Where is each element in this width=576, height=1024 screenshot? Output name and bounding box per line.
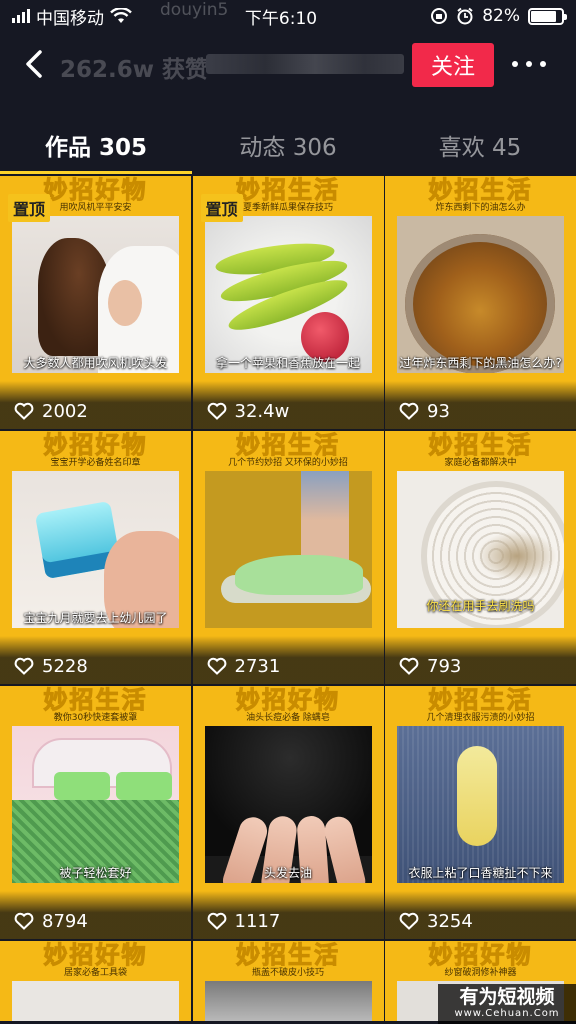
carrier-label: 中国移动	[36, 8, 104, 29]
card-banner-title: 妙招生活	[428, 431, 533, 459]
heart-icon	[14, 912, 34, 930]
video-thumbnail	[12, 981, 179, 1021]
like-count: 32.4w	[234, 400, 290, 422]
tab-works[interactable]: 作品 305	[0, 118, 192, 174]
card-banner-subtitle: 几个节约妙招 又环保的小妙招	[228, 458, 348, 468]
video-thumbnail	[12, 726, 179, 883]
heart-icon	[207, 912, 226, 930]
more-options-icon[interactable]	[512, 46, 546, 82]
card-banner-subtitle: 教你30秒快速套被罩	[53, 713, 138, 723]
video-thumbnail	[12, 216, 179, 373]
video-card[interactable]: 妙招生活 几个节约妙招 又环保的小妙招 2731	[192, 431, 384, 684]
like-count: 5228	[42, 655, 88, 677]
video-thumbnail	[397, 216, 564, 373]
site-watermark: 有为短视频 www.Cehuan.Com	[438, 984, 576, 1024]
video-card[interactable]: 妙招生活 瓶盖不破皮小技巧	[192, 941, 384, 1021]
heart-icon	[14, 657, 34, 675]
card-banner-title: 妙招生活	[428, 176, 533, 204]
overlay-id-text: douyin5	[160, 0, 229, 20]
signal-icon	[12, 9, 30, 23]
battery-percent: 82%	[482, 6, 520, 26]
like-count: 793	[427, 655, 462, 677]
card-banner-subtitle: 宝宝开学必备姓名印章	[50, 458, 141, 468]
video-thumbnail	[204, 216, 372, 373]
card-banner-title: 妙招生活	[236, 941, 340, 969]
video-caption: 过年炸东西剩下的黑油怎么办?	[399, 356, 562, 370]
card-banner-title: 妙招生活	[428, 686, 533, 714]
card-banner-title: 妙招好物	[236, 686, 340, 714]
video-thumbnail	[397, 726, 564, 883]
like-count: 2002	[42, 400, 88, 422]
video-caption: 头发去油	[263, 866, 312, 880]
video-caption: 衣服上粘了口香糖扯不下来	[408, 866, 553, 880]
battery-icon	[528, 7, 567, 25]
video-card[interactable]: 妙招生活 教你30秒快速套被罩 被子轻松套好 8794	[0, 686, 191, 939]
site-watermark-url: www.Cehuan.Com	[454, 1008, 560, 1019]
video-caption: 大多数人都用吹风机吹头发	[23, 356, 168, 370]
blurred-username	[206, 54, 404, 74]
like-count: 8794	[42, 910, 88, 932]
tab-moments[interactable]: 动态 306	[192, 118, 384, 174]
follow-button[interactable]: 关注	[412, 43, 494, 87]
likes-total: 262.6w 获赞	[60, 57, 209, 83]
video-card[interactable]: 妙招好物 油头长痘必备 除螨皂 头发去油 1117	[192, 686, 384, 939]
like-count: 1117	[234, 910, 281, 932]
heart-icon	[399, 912, 419, 930]
back-arrow-icon[interactable]	[18, 46, 54, 82]
card-banner-title: 妙招好物	[43, 941, 148, 969]
card-banner-subtitle: 纱窗破洞修补神器	[444, 968, 517, 978]
card-banner-subtitle: 瓶盖不破皮小技巧	[251, 968, 324, 978]
heart-icon	[207, 402, 226, 420]
status-time: 下午6:10	[244, 8, 318, 29]
video-grid: 妙招好物 用吹风机平平安安 大多数人都用吹风机吹头发 置顶 2002 妙招生活 夏季…	[0, 176, 576, 1021]
video-caption: 宝宝九月就要去上幼儿园了	[23, 611, 168, 625]
alarm-icon	[457, 7, 473, 25]
heart-icon	[399, 657, 419, 675]
video-thumbnail	[204, 471, 372, 628]
card-banner-subtitle: 炸东西剩下的油怎么办	[435, 203, 526, 213]
heart-icon	[14, 402, 34, 420]
wifi-icon	[110, 8, 132, 23]
card-banner-title: 妙招生活	[43, 686, 148, 714]
video-card[interactable]: 妙招生活 夏季新鲜瓜果保存技巧 拿一个苹果和香蕉放在一起 置顶 32.4w	[192, 176, 384, 429]
heart-icon	[399, 402, 419, 420]
video-caption: 你还在用手去刷洗吗	[426, 599, 535, 613]
video-card[interactable]: 妙招生活 炸东西剩下的油怎么办 过年炸东西剩下的黑油怎么办? 93	[385, 176, 576, 429]
video-card[interactable]: 妙招生活 几个清理衣服污渍的小妙招 衣服上粘了口香糖扯不下来 3254	[385, 686, 576, 939]
tab-likes[interactable]: 喜欢 45	[384, 118, 576, 174]
card-banner-subtitle: 几个清理衣服污渍的小妙招	[426, 713, 535, 723]
video-thumbnail	[204, 726, 372, 883]
video-thumbnail	[204, 981, 372, 1021]
video-card[interactable]: 妙招生活 家庭必备都解决中 你还在用手去刷洗吗 793	[385, 431, 576, 684]
profile-tabs: 作品 305 动态 306 喜欢 45	[0, 118, 576, 174]
like-count: 93	[427, 400, 450, 422]
heart-icon	[207, 657, 226, 675]
video-thumbnail	[12, 471, 179, 628]
like-count: 3254	[427, 910, 473, 932]
video-card[interactable]: 妙招好物 居家必备工具袋	[0, 941, 191, 1021]
like-count: 2731	[234, 655, 281, 677]
video-caption: 被子轻松套好	[59, 866, 132, 880]
pinned-badge: 置顶	[200, 194, 243, 222]
video-caption: 拿一个苹果和香蕉放在一起	[215, 356, 360, 370]
rotation-lock-icon	[431, 8, 448, 24]
card-banner-title: 妙招好物	[428, 941, 533, 969]
pinned-badge: 置顶	[8, 194, 51, 222]
card-banner-title: 妙招好物	[43, 431, 148, 459]
video-card[interactable]: 妙招好物 用吹风机平平安安 大多数人都用吹风机吹头发 置顶 2002	[0, 176, 191, 429]
card-banner-subtitle: 居家必备工具袋	[63, 968, 127, 978]
card-banner-subtitle: 油头长痘必备 除螨皂	[246, 713, 330, 723]
card-banner-subtitle: 家庭必备都解决中	[444, 458, 517, 468]
card-banner-title: 妙招生活	[236, 431, 340, 459]
video-card[interactable]: 妙招好物 宝宝开学必备姓名印章 宝宝九月就要去上幼儿园了 5228	[0, 431, 191, 684]
site-watermark-title: 有为短视频	[459, 986, 555, 1008]
status-bar: 中国移动 下午6:10 82% douyin5	[0, 0, 576, 32]
profile-header: 262.6w 获赞 关注	[0, 32, 576, 98]
